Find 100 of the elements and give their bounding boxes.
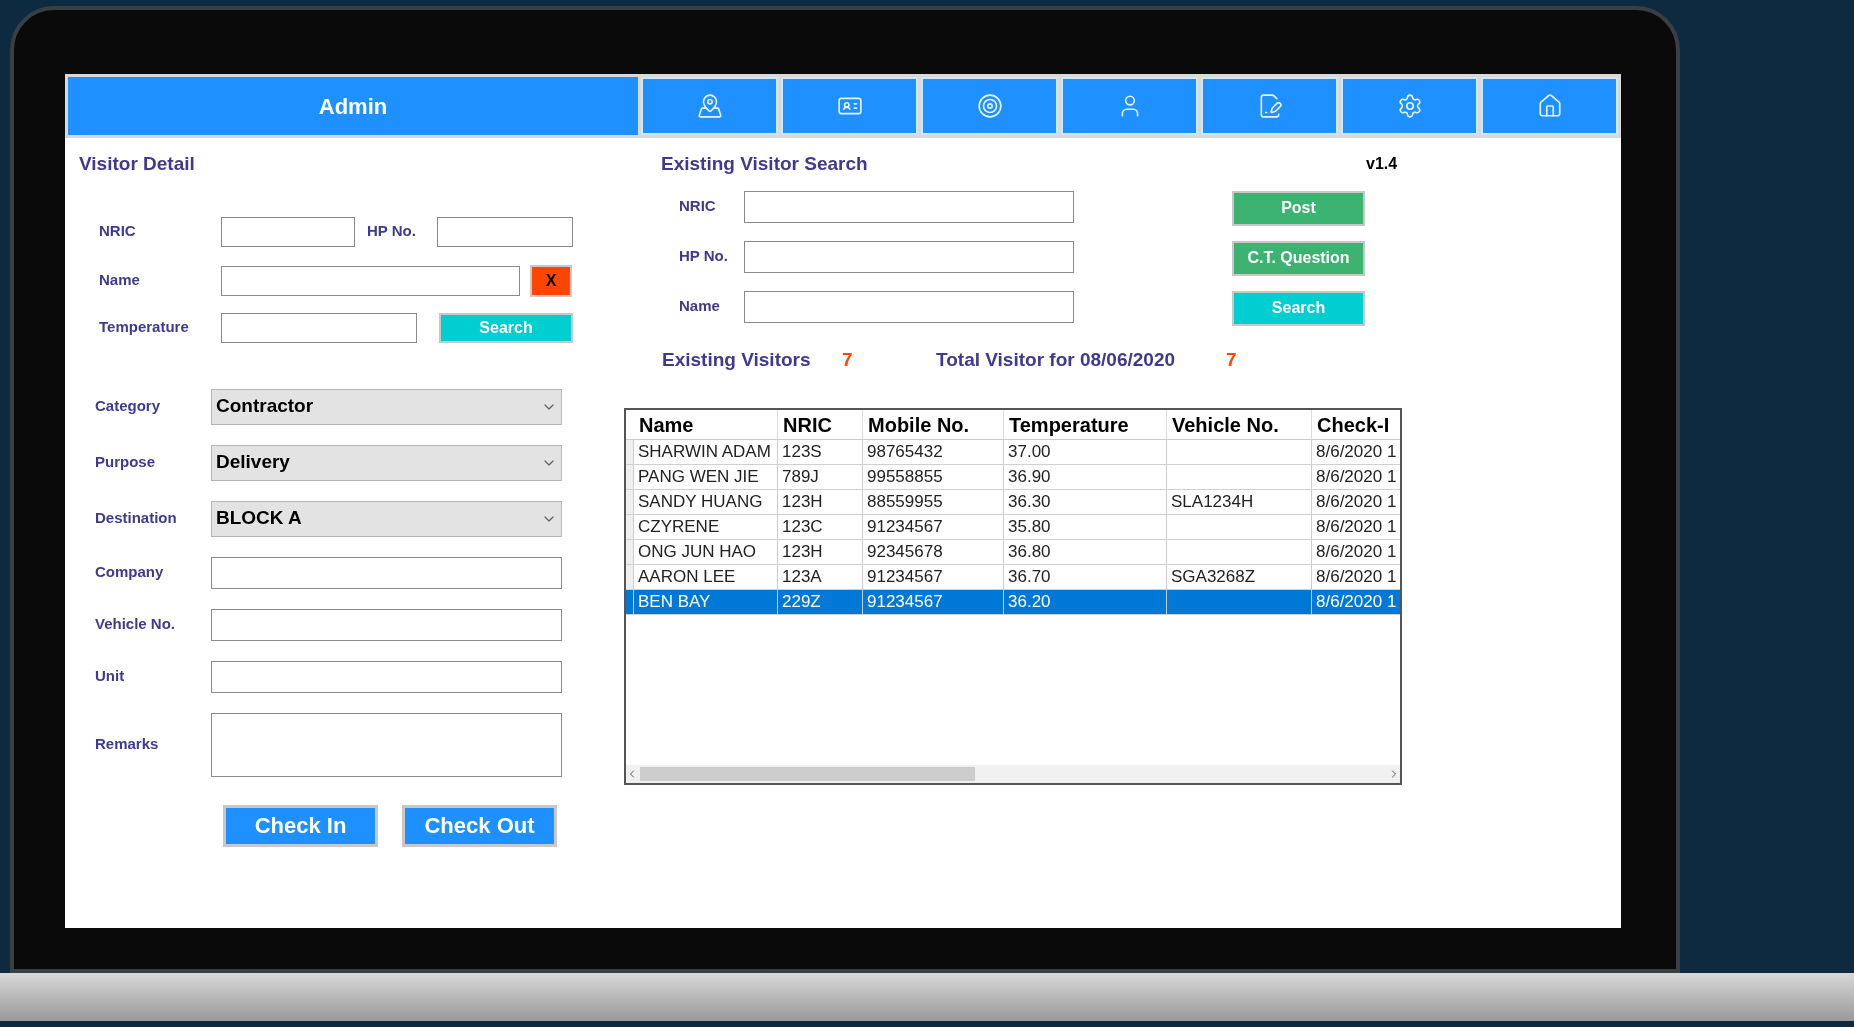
- row-header[interactable]: [626, 490, 634, 514]
- table-cell: 8/6/2020 1: [1312, 540, 1400, 564]
- column-header[interactable]: Mobile No.: [863, 410, 1004, 439]
- field-label: NRIC: [99, 221, 137, 242]
- table-cell: 36.90: [1004, 465, 1167, 489]
- field-label: NRIC: [679, 196, 717, 217]
- table-row[interactable]: BEN BAY 229Z 91234567 36.20 8/6/2020 1: [626, 590, 1400, 615]
- table-cell: AARON LEE: [634, 565, 778, 589]
- input-field[interactable]: [744, 290, 1074, 323]
- table-cell: ONG JUN HAO: [634, 540, 778, 564]
- input-field[interactable]: [211, 660, 562, 693]
- table-cell: 8/6/2020 1: [1312, 490, 1400, 514]
- table-cell: 92345678: [863, 540, 1004, 564]
- table-cell: 91234567: [863, 590, 1004, 614]
- table-cell: 99558855: [863, 465, 1004, 489]
- table-cell: SLA1234H: [1167, 490, 1312, 514]
- table-row[interactable]: CZYRENE 123C 91234567 35.80 8/6/2020 1: [626, 515, 1400, 540]
- section-title: Visitor Detail: [79, 152, 196, 176]
- dropdown[interactable]: BLOCK A: [211, 500, 562, 537]
- home-icon: [1536, 93, 1563, 119]
- input-field[interactable]: [744, 190, 1074, 223]
- table-cell: 8/6/2020 1: [1312, 590, 1400, 614]
- toolbar-button[interactable]: [1481, 77, 1618, 135]
- toolbar-button[interactable]: [1201, 77, 1338, 135]
- stat-count: 7: [1226, 347, 1237, 372]
- row-header[interactable]: [626, 465, 634, 489]
- text-area[interactable]: [211, 712, 562, 777]
- field-label: Purpose: [95, 452, 156, 473]
- field-label: Unit: [95, 666, 126, 687]
- table-cell: 229Z: [778, 590, 863, 614]
- table-cell: 36.30: [1004, 490, 1167, 514]
- dropdown[interactable]: Contractor: [211, 388, 562, 425]
- table-cell: 91234567: [863, 515, 1004, 539]
- table-cell: 35.80: [1004, 515, 1167, 539]
- field-label: HP No.: [679, 246, 729, 267]
- table-cell: 123S: [778, 440, 863, 464]
- field-label: Remarks: [95, 734, 160, 755]
- table-row[interactable]: SANDY HUANG 123H 88559955 36.30 SLA1234H 8/6/2020 1: [626, 490, 1400, 515]
- row-header[interactable]: [626, 515, 634, 539]
- input-field[interactable]: [221, 216, 355, 247]
- toolbar-button[interactable]: [641, 77, 778, 135]
- row-header[interactable]: [626, 540, 634, 564]
- toolbar-button[interactable]: [781, 77, 918, 135]
- input-field[interactable]: [221, 265, 520, 296]
- input-field[interactable]: [211, 608, 562, 641]
- input-field[interactable]: [437, 216, 573, 247]
- row-header[interactable]: [626, 440, 634, 464]
- table-row[interactable]: ONG JUN HAO 123H 92345678 36.80 8/6/2020 1: [626, 540, 1400, 565]
- table-cell: 98765432: [863, 440, 1004, 464]
- field-label: Company: [95, 562, 165, 583]
- table-cell: 36.20: [1004, 590, 1167, 614]
- table-cell: CZYRENE: [634, 515, 778, 539]
- section-title: Existing Visitor Search: [661, 152, 869, 176]
- table-cell: BEN BAY: [634, 590, 778, 614]
- table-cell: SANDY HUANG: [634, 490, 778, 514]
- table-cell: SHARWIN ADAM: [634, 440, 778, 464]
- toolbar-button[interactable]: [921, 77, 1058, 135]
- target-icon: [976, 93, 1003, 119]
- table-cell: 123C: [778, 515, 863, 539]
- column-header[interactable]: Name: [634, 410, 778, 439]
- stat-label: Total Visitor for 08/06/2020: [936, 347, 1176, 372]
- dropdown[interactable]: Delivery: [211, 444, 562, 481]
- toolbar-button[interactable]: [1061, 77, 1198, 135]
- field-label: Name: [99, 270, 141, 291]
- clear-button[interactable]: X: [530, 264, 572, 297]
- table-row[interactable]: PANG WEN JIE 789J 99558855 36.90 8/6/2020 1: [626, 465, 1400, 490]
- table-cell: 8/6/2020 1: [1312, 465, 1400, 489]
- table-cell: SGA3268Z: [1167, 565, 1312, 589]
- table-cell: 36.70: [1004, 565, 1167, 589]
- input-field[interactable]: [211, 556, 562, 589]
- version-label: v1.4: [1366, 154, 1398, 175]
- table-cell: 789J: [778, 465, 863, 489]
- table-cell: 123H: [778, 490, 863, 514]
- column-header[interactable]: Temperature: [1004, 410, 1167, 439]
- settings-icon: [1396, 93, 1423, 119]
- table-cell: PANG WEN JIE: [634, 465, 778, 489]
- row-header[interactable]: [626, 565, 634, 589]
- horizontal-scrollbar[interactable]: [626, 765, 1400, 783]
- stat-label: Existing Visitors: [662, 347, 812, 372]
- table-row[interactable]: AARON LEE 123A 91234567 36.70 SGA3268Z 8/6/2020 1: [626, 565, 1400, 590]
- column-header[interactable]: NRIC: [778, 410, 863, 439]
- table-row[interactable]: SHARWIN ADAM 123S 98765432 37.00 8/6/2020 1: [626, 440, 1400, 465]
- table-cell: 91234567: [863, 565, 1004, 589]
- header-title: Admin: [68, 77, 638, 135]
- stat-count: 7: [842, 347, 854, 372]
- column-header[interactable]: Check-I: [1312, 410, 1400, 439]
- field-label: Destination: [95, 508, 178, 529]
- input-field[interactable]: [744, 240, 1074, 273]
- table-cell: 8/6/2020 1: [1312, 565, 1400, 589]
- field-label: Temperature: [99, 317, 190, 338]
- table-cell: 8/6/2020 1: [1312, 440, 1400, 464]
- field-label: HP No.: [367, 221, 417, 242]
- column-header[interactable]: Vehicle No.: [1167, 410, 1312, 439]
- table-cell: 88559955: [863, 490, 1004, 514]
- input-field[interactable]: [221, 312, 417, 343]
- field-label: Name: [679, 296, 721, 317]
- table-cell: 36.80: [1004, 540, 1167, 564]
- map-pins-icon: [696, 93, 723, 119]
- table-cell: 123H: [778, 540, 863, 564]
- toolbar-button[interactable]: [1341, 77, 1478, 135]
